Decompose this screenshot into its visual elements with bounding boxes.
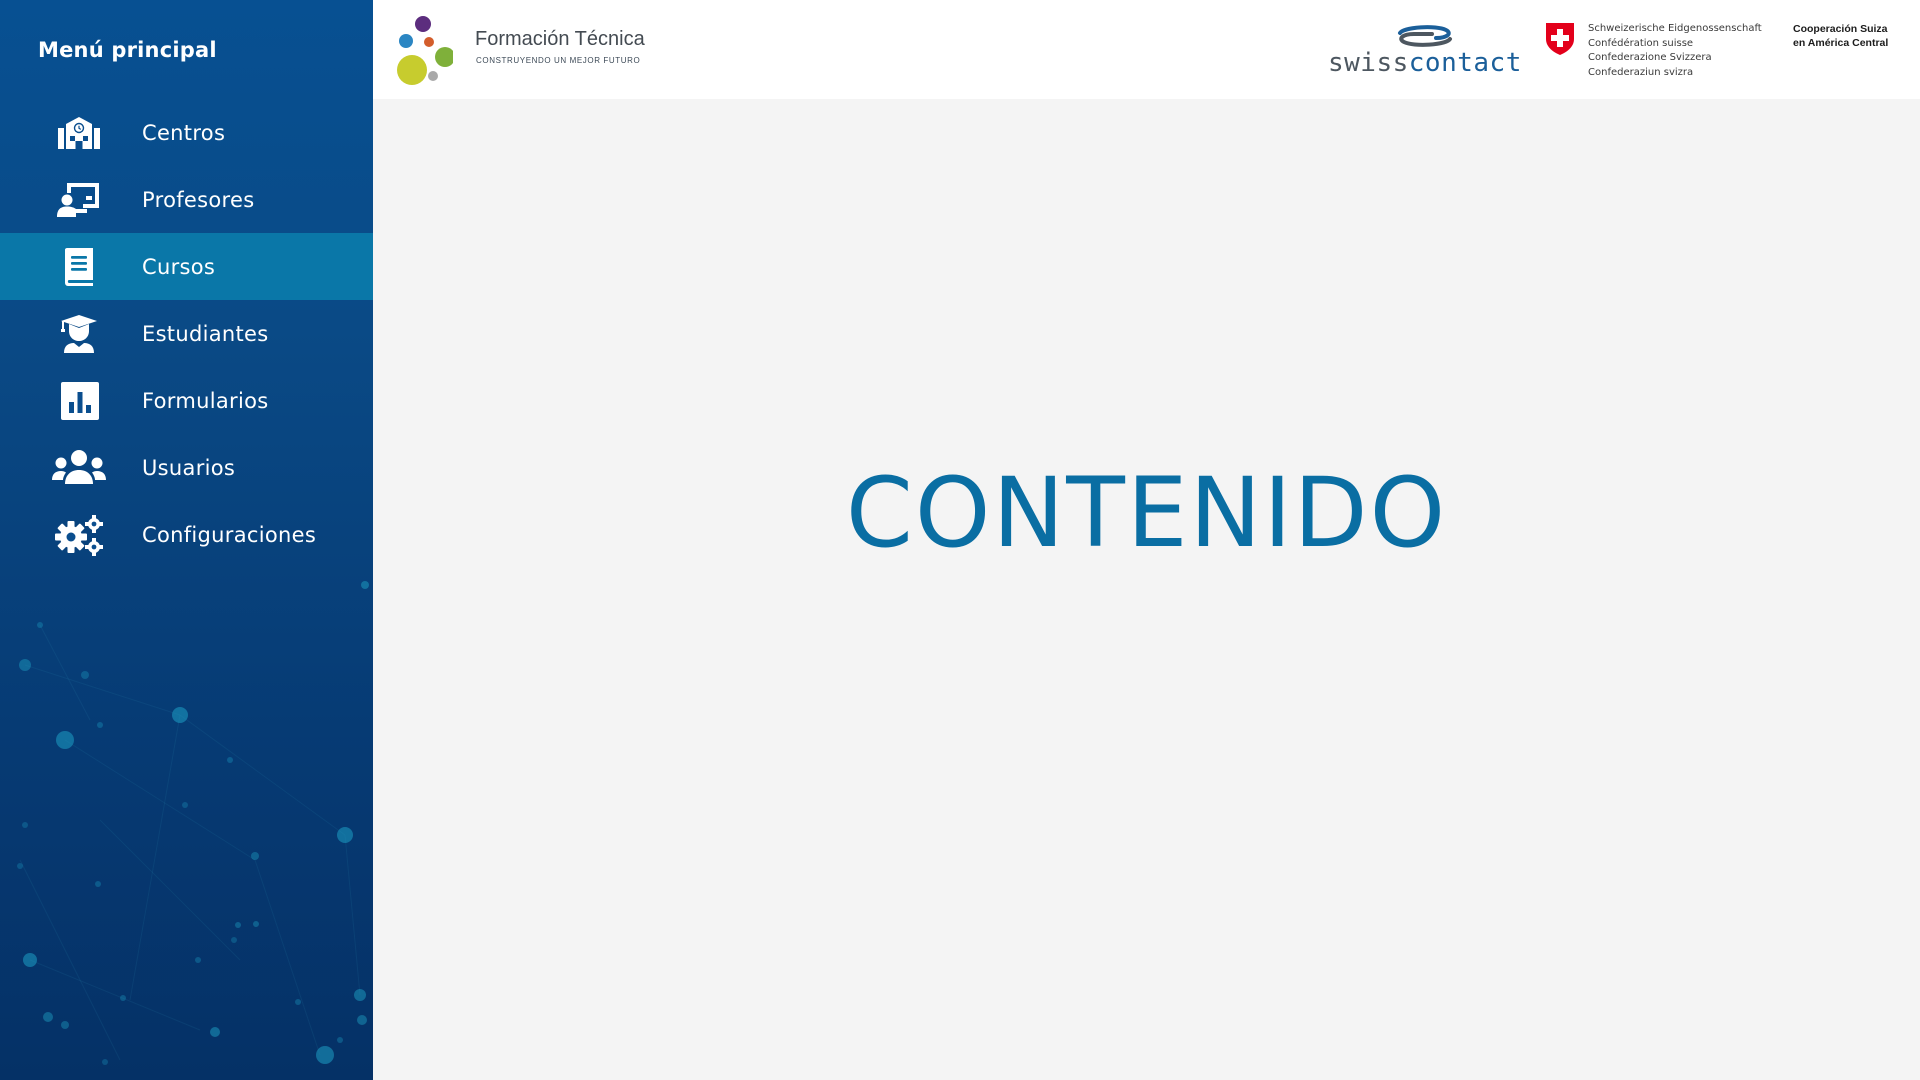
cooperation-line: Cooperación Suiza — [1793, 23, 1888, 35]
cooperation-line: en América Central — [1793, 36, 1889, 49]
teacher-board-icon — [52, 178, 106, 222]
brand-title: Formación Técnica — [475, 28, 645, 50]
app-root: Menú principal Centros Profesores Cursos… — [0, 0, 1920, 1080]
confederation-line: Schweizerische Eidgenossenschaft — [1588, 23, 1762, 34]
swiss-confederation-text: Schweizerische Eidgenossenschaft Confédé… — [1588, 22, 1762, 80]
sidebar-item-label: Formularios — [142, 388, 269, 413]
main-content: CONTENIDO — [373, 99, 1920, 1080]
gears-icon — [52, 513, 106, 557]
formacion-tecnica-logo — [397, 16, 453, 85]
sidebar-item-formularios[interactable]: Formularios — [0, 367, 373, 434]
cooperation-text: Cooperación Suiza en América Central — [1793, 23, 1888, 50]
bar-chart-form-icon — [52, 379, 106, 423]
sidebar-nav: Centros Profesores Cursos Estudiantes Fo… — [0, 99, 373, 568]
sidebar-item-configuraciones[interactable]: Configuraciones — [0, 501, 373, 568]
sidebar-item-label: Estudiantes — [142, 321, 269, 346]
sidebar-item-label: Configuraciones — [142, 522, 317, 547]
sidebar-item-cursos[interactable]: Cursos — [0, 233, 373, 300]
sidebar-item-label: Cursos — [142, 254, 216, 279]
graduate-student-icon — [52, 312, 106, 356]
sidebar-item-estudiantes[interactable]: Estudiantes — [0, 300, 373, 367]
confederation-line: Confederaziun svizra — [1588, 66, 1694, 78]
school-building-icon — [52, 111, 106, 155]
sidebar: Menú principal Centros Profesores Cursos… — [0, 0, 373, 1080]
confederation-line: Confédération suisse — [1588, 37, 1694, 49]
sidebar-item-label: Centros — [142, 120, 226, 145]
book-icon — [52, 245, 106, 289]
swiss-shield-icon — [1546, 23, 1574, 55]
swisscontact-swiss-text: swiss — [1328, 48, 1409, 78]
top-header: Formación Técnica CONSTRUYENDO UN MEJOR … — [373, 0, 1920, 99]
swisscontact-wordmark: swisscontact — [1328, 48, 1522, 78]
swisscontact-contact-text: contact — [1408, 48, 1522, 78]
sidebar-item-profesores[interactable]: Profesores — [0, 166, 373, 233]
sidebar-item-centros[interactable]: Centros — [0, 99, 373, 166]
sidebar-item-usuarios[interactable]: Usuarios — [0, 434, 373, 501]
sidebar-item-label: Profesores — [142, 187, 255, 212]
users-group-icon — [52, 446, 106, 490]
sidebar-title: Menú principal — [38, 38, 217, 62]
confederation-line: Confederazione Svizzera — [1588, 52, 1712, 63]
content-placeholder-title: CONTENIDO — [845, 457, 1448, 569]
swisscontact-logo-mark — [1398, 25, 1452, 47]
sidebar-item-label: Usuarios — [142, 455, 236, 480]
brand-subtitle: CONSTRUYENDO UN MEJOR FUTURO — [476, 56, 641, 65]
